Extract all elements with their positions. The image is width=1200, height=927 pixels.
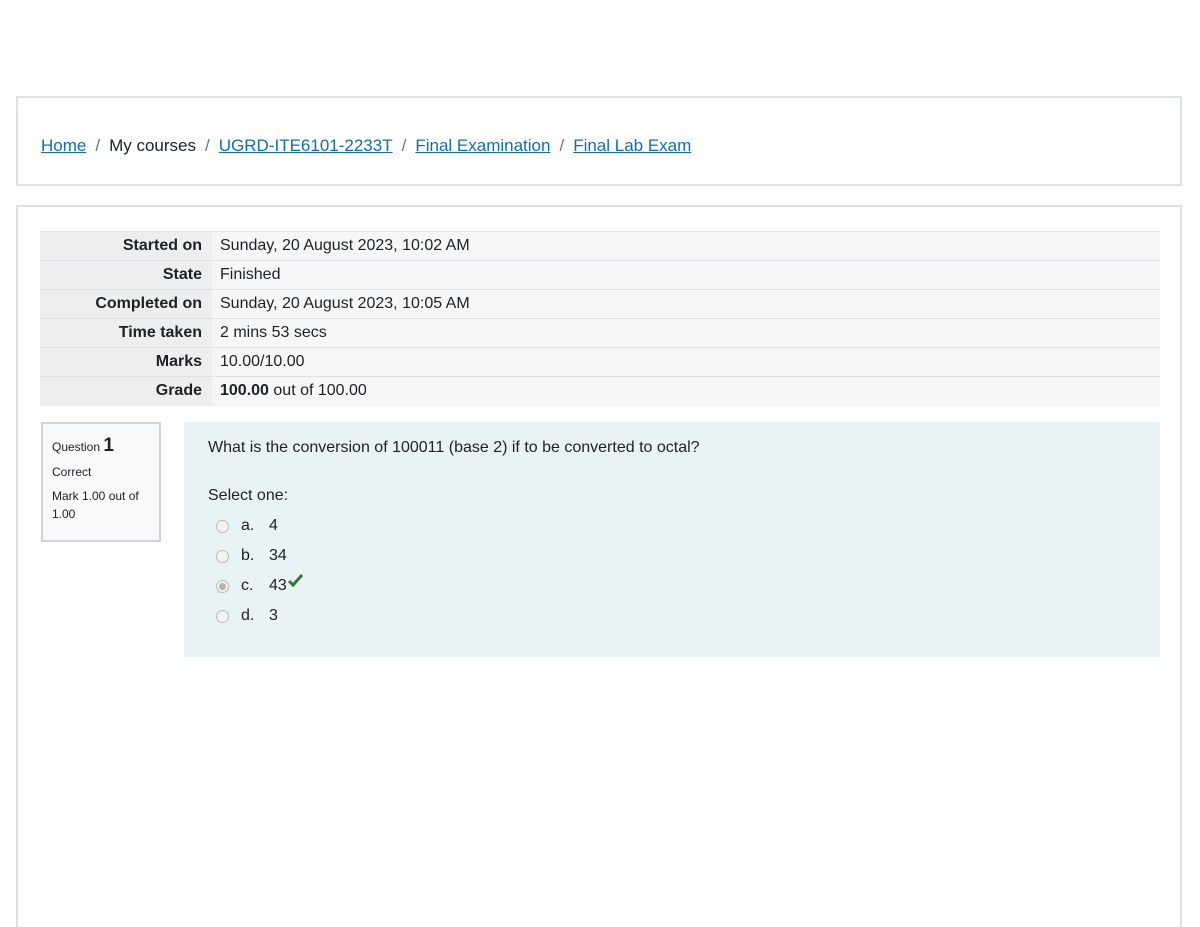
question-text: What is the conversion of 100011 (base 2… <box>208 439 700 456</box>
answer-list: a. 4 b. 34 c. 43 d. 3 <box>208 511 1136 631</box>
answer-letter: a. <box>241 517 255 534</box>
answer-text: 34 <box>269 547 287 564</box>
radio-button[interactable] <box>216 609 229 623</box>
check-icon <box>287 573 303 592</box>
answer-letter: d. <box>241 607 255 624</box>
answer-option-b: b. 34 <box>208 541 1136 571</box>
summary-value: Sunday, 20 August 2023, 10:05 AM <box>212 289 1160 319</box>
summary-row-state: State Finished <box>40 260 1160 290</box>
radio-button[interactable] <box>216 549 229 563</box>
answer-text: 4 <box>269 517 278 534</box>
breadcrumb-separator: / <box>205 136 210 155</box>
summary-row-grade: Grade 100.00 out of 100.00 <box>40 376 1160 406</box>
summary-label: Grade <box>40 376 212 406</box>
summary-value: 100.00 out of 100.00 <box>212 376 1160 406</box>
breadcrumb: Home / My courses / UGRD-ITE6101-2233T /… <box>41 136 691 156</box>
breadcrumb-separator: / <box>95 136 101 155</box>
summary-value: 2 mins 53 secs <box>212 318 1160 348</box>
page: Home / My courses / UGRD-ITE6101-2233T /… <box>0 0 1200 927</box>
question-label: Question <box>52 440 101 454</box>
answer-option-d: d. 3 <box>208 601 1136 631</box>
question-number-line: Question 1 <box>52 432 150 461</box>
breadcrumb-separator: / <box>559 136 565 155</box>
summary-label: Time taken <box>40 318 212 348</box>
summary-row-started: Started on Sunday, 20 August 2023, 10:02… <box>40 231 1160 261</box>
question-content: What is the conversion of 100011 (base 2… <box>184 422 1160 657</box>
summary-label: State <box>40 260 212 290</box>
summary-value: 10.00/10.00 <box>212 347 1160 377</box>
summary-row-time-taken: Time taken 2 mins 53 secs <box>40 318 1160 348</box>
answer-prompt: Select one: <box>208 487 289 504</box>
radio-button-selected[interactable] <box>216 579 229 593</box>
question-info-box: Question 1 Correct Mark 1.00 out of 1.00 <box>41 422 161 542</box>
question-mark: Mark 1.00 out of 1.00 <box>52 488 139 521</box>
breadcrumb-home-link[interactable]: Home <box>41 136 86 156</box>
summary-value: Sunday, 20 August 2023, 10:02 AM <box>212 231 1160 261</box>
question-number: 1 <box>103 435 114 456</box>
breadcrumb-course-link[interactable]: UGRD-ITE6101-2233T <box>219 136 393 156</box>
answer-option-a: a. 4 <box>208 511 1136 541</box>
main-content-card: Started on Sunday, 20 August 2023, 10:02… <box>16 205 1182 927</box>
summary-label: Completed on <box>40 289 212 319</box>
summary-label: Marks <box>40 347 212 377</box>
summary-value: Finished <box>212 260 1160 290</box>
breadcrumb-separator: / <box>401 136 407 155</box>
summary-label: Started on <box>40 231 212 261</box>
summary-row-completed: Completed on Sunday, 20 August 2023, 10:… <box>40 289 1160 319</box>
radio-button[interactable] <box>216 519 229 533</box>
breadcrumb-section-link[interactable]: Final Examination <box>415 136 550 156</box>
summary-row-marks: Marks 10.00/10.00 <box>40 347 1160 377</box>
breadcrumb-quiz-link[interactable]: Final Lab Exam <box>573 136 691 156</box>
question-state: Correct <box>52 464 92 479</box>
answer-option-c: c. 43 <box>208 571 1136 601</box>
answer-letter: c. <box>241 577 254 594</box>
answer-letter: b. <box>241 547 255 564</box>
grade-value: 100.00 <box>220 382 269 400</box>
answer-text: 3 <box>269 607 278 624</box>
breadcrumb-card: Home / My courses / UGRD-ITE6101-2233T /… <box>16 96 1182 186</box>
grade-suffix: out of 100.00 <box>273 382 367 400</box>
attempt-summary-table: Started on Sunday, 20 August 2023, 10:02… <box>40 231 1160 406</box>
answer-text: 43 <box>269 577 287 594</box>
breadcrumb-my-courses: My courses <box>109 136 197 155</box>
